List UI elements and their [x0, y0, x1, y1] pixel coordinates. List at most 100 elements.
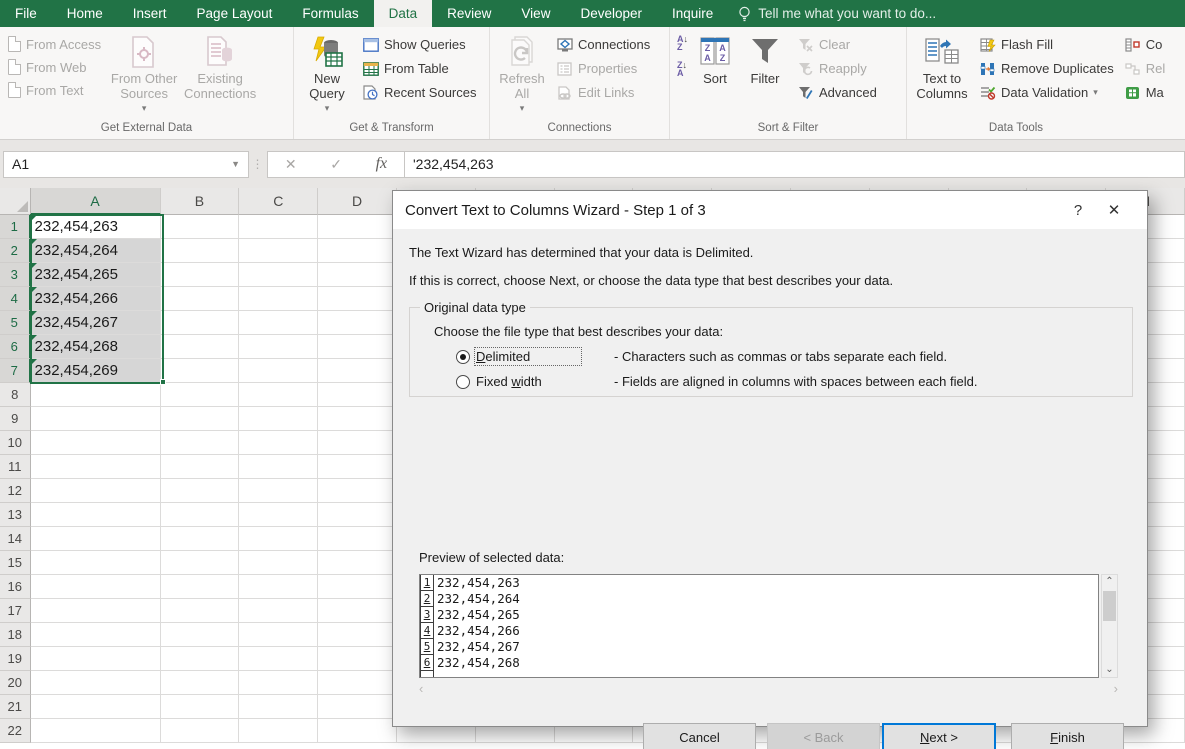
delimited-radio-label[interactable]: Delimited	[474, 347, 582, 366]
row-header-4[interactable]: 4	[0, 287, 31, 311]
cell[interactable]	[30, 623, 161, 647]
cell[interactable]	[30, 503, 161, 527]
cell[interactable]	[239, 623, 319, 647]
cell[interactable]	[318, 599, 397, 623]
cell[interactable]	[160, 407, 240, 431]
column-header-A[interactable]: A	[30, 188, 161, 215]
consolidate-button[interactable]: Co	[1120, 34, 1166, 55]
cell[interactable]	[30, 575, 161, 599]
cell[interactable]	[318, 671, 397, 695]
sort-ascending-button[interactable]: A↓ Z	[674, 34, 691, 52]
row-header-17[interactable]: 17	[0, 599, 31, 623]
fill-handle[interactable]	[160, 379, 166, 385]
cell[interactable]	[160, 311, 240, 335]
cell[interactable]	[160, 383, 240, 407]
cell[interactable]	[160, 623, 240, 647]
cell[interactable]	[318, 335, 397, 359]
dialog-title-bar[interactable]: Convert Text to Columns Wizard - Step 1 …	[393, 191, 1147, 229]
cell[interactable]	[239, 575, 319, 599]
row-header-8[interactable]: 8	[0, 383, 31, 407]
column-header-B[interactable]: B	[160, 188, 240, 215]
cell[interactable]	[160, 215, 240, 239]
advanced-filter-button[interactable]: Advanced	[793, 82, 881, 103]
tab-formulas[interactable]: Formulas	[287, 0, 373, 27]
cell[interactable]	[30, 407, 161, 431]
cell[interactable]	[30, 599, 161, 623]
cell[interactable]	[239, 599, 319, 623]
cell-A5[interactable]: 232,454,267	[30, 311, 161, 335]
cell[interactable]	[30, 383, 161, 407]
row-header-16[interactable]: 16	[0, 575, 31, 599]
tab-developer[interactable]: Developer	[565, 0, 657, 27]
row-header-21[interactable]: 21	[0, 695, 31, 719]
scroll-up-icon[interactable]: ⌃	[1105, 575, 1113, 589]
formula-bar-drag-handle[interactable]: ⋮	[249, 157, 267, 171]
next-button[interactable]: Next >	[882, 723, 996, 749]
confirm-entry-icon[interactable]: ✓	[330, 156, 342, 173]
tab-review[interactable]: Review	[432, 0, 506, 27]
column-header-C[interactable]: C	[239, 188, 319, 215]
name-box-dropdown-icon[interactable]: ▼	[231, 159, 240, 169]
cell-A7[interactable]: 232,454,269	[30, 359, 161, 383]
cell[interactable]	[318, 287, 397, 311]
from-access-button[interactable]: From Access	[4, 34, 105, 54]
show-queries-button[interactable]: Show Queries	[358, 34, 481, 55]
row-header-15[interactable]: 15	[0, 551, 31, 575]
tab-view[interactable]: View	[506, 0, 565, 27]
tab-insert[interactable]: Insert	[118, 0, 182, 27]
cell[interactable]	[30, 647, 161, 671]
cell[interactable]	[239, 455, 319, 479]
cell[interactable]	[318, 551, 397, 575]
cell[interactable]	[160, 335, 240, 359]
cell[interactable]	[318, 647, 397, 671]
cell[interactable]	[239, 215, 319, 239]
cell[interactable]	[318, 263, 397, 287]
remove-duplicates-button[interactable]: Remove Duplicates	[975, 58, 1118, 79]
sort-button[interactable]: ZAAZ Sort	[693, 31, 737, 86]
cell[interactable]	[239, 647, 319, 671]
refresh-all-button[interactable]: Refresh All ▾	[494, 31, 550, 116]
cell[interactable]	[239, 311, 319, 335]
cell[interactable]	[160, 647, 240, 671]
cell[interactable]	[239, 431, 319, 455]
row-header-1[interactable]: 1	[0, 215, 31, 239]
cell[interactable]	[318, 383, 397, 407]
tab-data[interactable]: Data	[373, 0, 433, 27]
row-header-19[interactable]: 19	[0, 647, 31, 671]
from-web-button[interactable]: From Web	[4, 57, 105, 77]
cell[interactable]	[160, 575, 240, 599]
cell[interactable]	[239, 359, 319, 383]
cell[interactable]	[160, 551, 240, 575]
cell-A1[interactable]: 232,454,263	[30, 215, 161, 239]
flash-fill-button[interactable]: Flash Fill	[975, 34, 1118, 55]
cell[interactable]	[160, 359, 240, 383]
fixed-width-radio-label[interactable]: Fixed width	[476, 374, 580, 389]
cell[interactable]	[318, 407, 397, 431]
cell[interactable]	[160, 431, 240, 455]
preview-box[interactable]: 1 232,454,263 2 232,454,264 3 232,454,265 4 232…	[419, 574, 1099, 678]
cancel-entry-icon[interactable]: ✕	[285, 156, 297, 173]
row-header-13[interactable]: 13	[0, 503, 31, 527]
cell[interactable]	[30, 431, 161, 455]
cell[interactable]	[239, 527, 319, 551]
row-header-11[interactable]: 11	[0, 455, 31, 479]
cell[interactable]	[239, 503, 319, 527]
cell[interactable]	[239, 287, 319, 311]
cell[interactable]	[160, 719, 240, 743]
row-header-20[interactable]: 20	[0, 671, 31, 695]
cell[interactable]	[239, 695, 319, 719]
cell[interactable]	[30, 479, 161, 503]
cell[interactable]	[239, 239, 319, 263]
cell[interactable]	[30, 671, 161, 695]
from-table-button[interactable]: From Table	[358, 58, 481, 79]
cell[interactable]	[160, 287, 240, 311]
existing-connections-button[interactable]: Existing Connections	[183, 31, 257, 101]
relationships-button[interactable]: Rel	[1120, 58, 1166, 79]
cell[interactable]	[318, 359, 397, 383]
row-header-3[interactable]: 3	[0, 263, 31, 287]
cell[interactable]	[318, 239, 397, 263]
recent-sources-button[interactable]: Recent Sources	[358, 82, 481, 103]
scrollbar-thumb[interactable]	[1103, 591, 1116, 621]
row-header-5[interactable]: 5	[0, 311, 31, 335]
cell[interactable]	[318, 695, 397, 719]
